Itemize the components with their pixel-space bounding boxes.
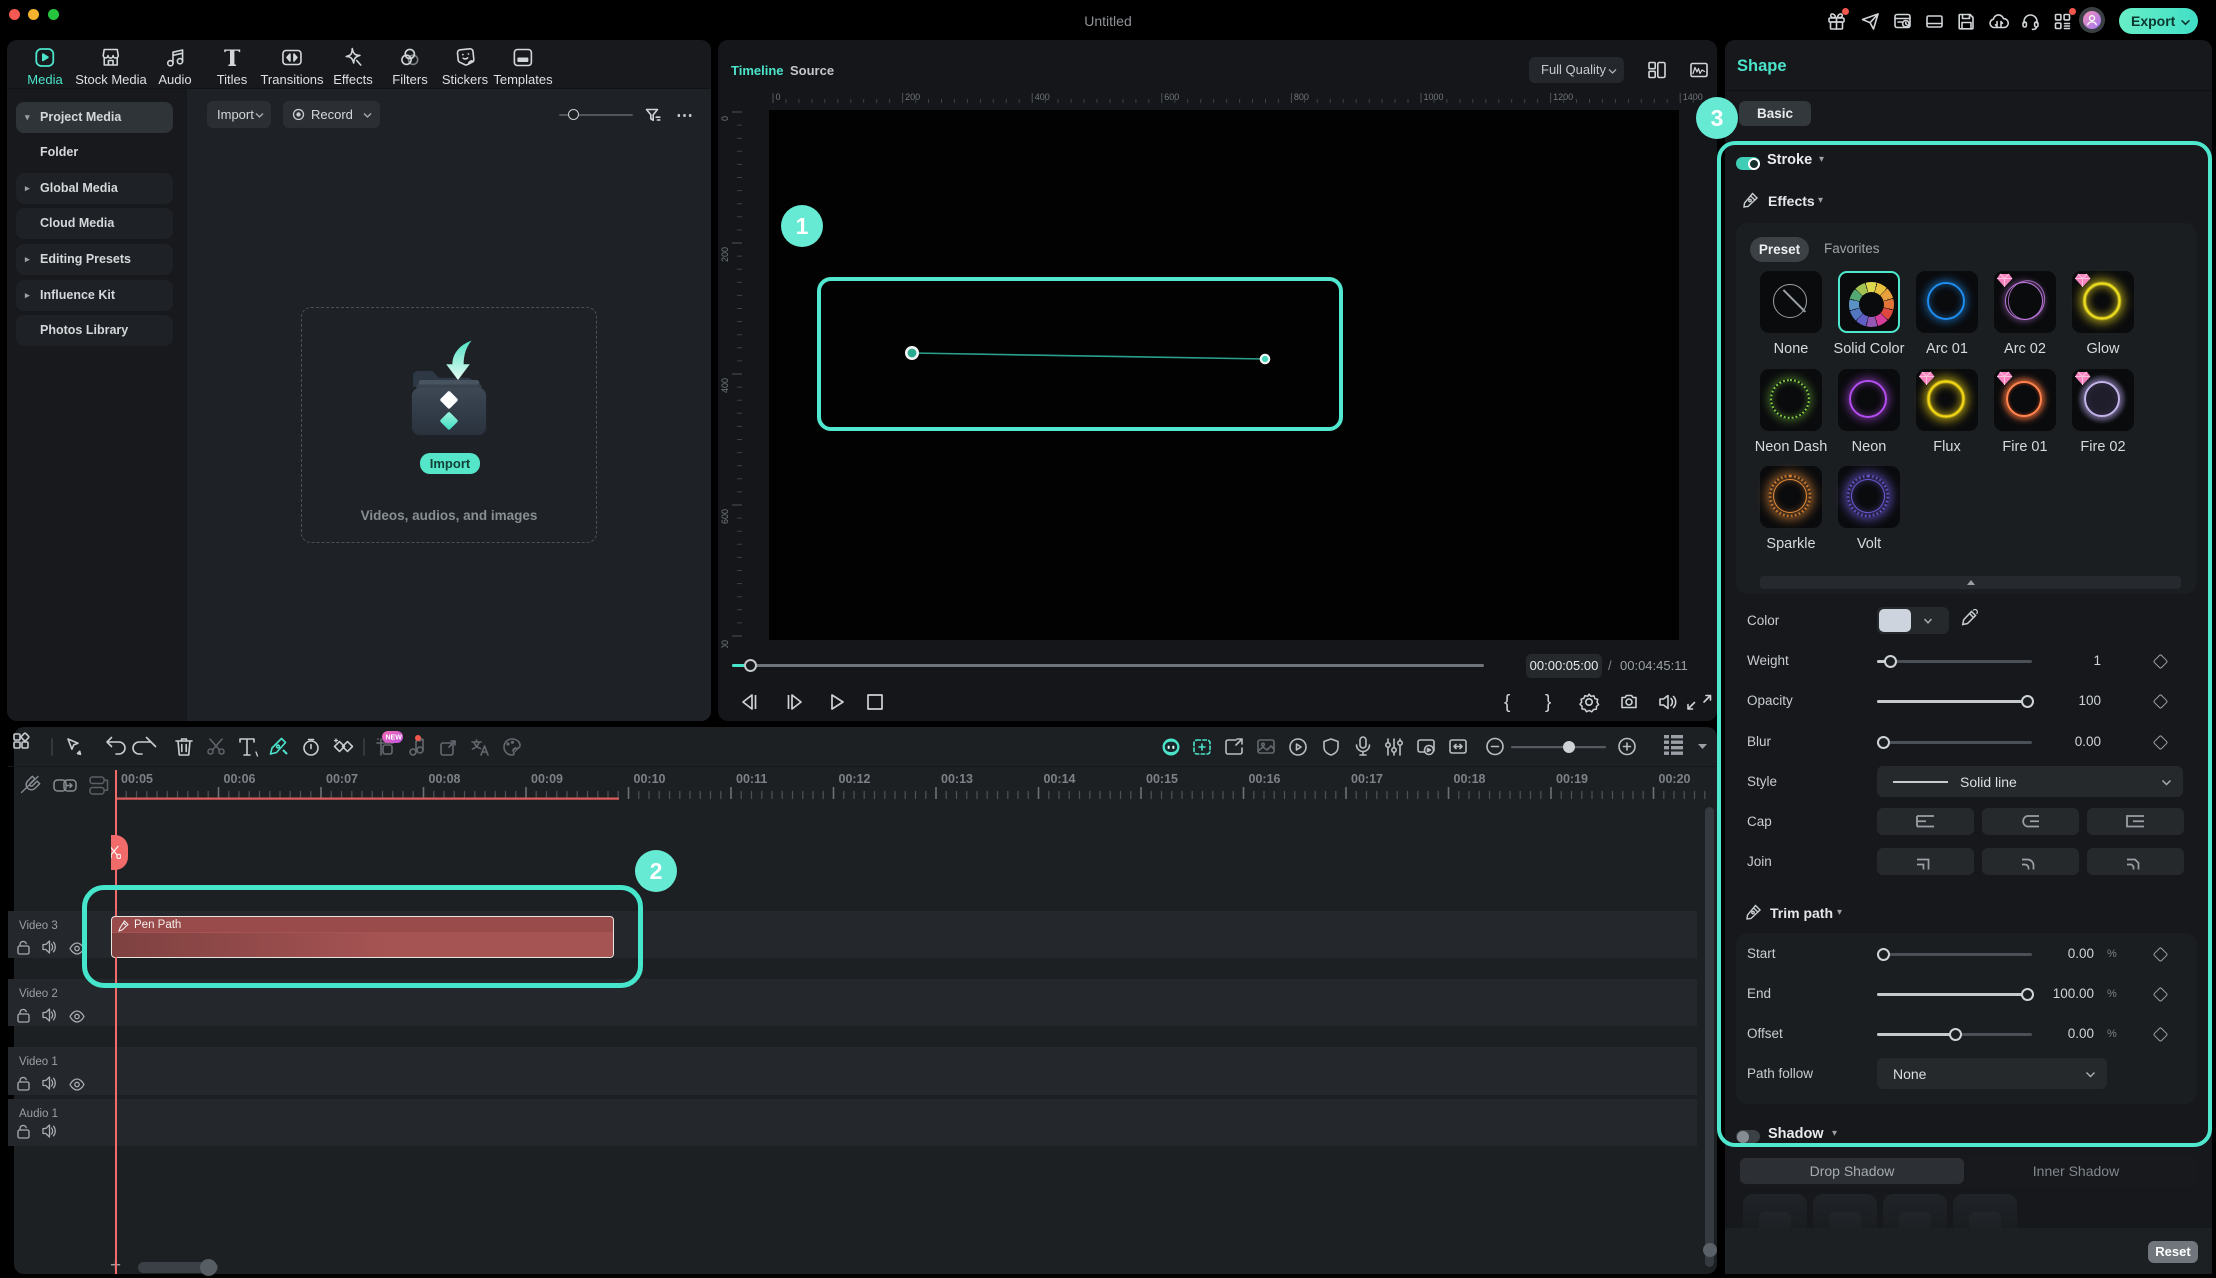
svg-text:800: 800 <box>1294 92 1309 102</box>
svg-text:00:20: 00:20 <box>1659 772 1691 786</box>
svg-text:00:18: 00:18 <box>1454 772 1486 786</box>
svg-text:200: 200 <box>720 247 730 262</box>
svg-text:00:16: 00:16 <box>1249 772 1281 786</box>
svg-text:0: 0 <box>776 92 781 102</box>
svg-text:00:08: 00:08 <box>429 772 461 786</box>
svg-text:NEW: NEW <box>386 735 403 742</box>
svg-text:00:11: 00:11 <box>736 772 767 786</box>
svg-text:00:13: 00:13 <box>941 772 973 786</box>
svg-text:00:15: 00:15 <box>1146 772 1178 786</box>
svg-text:400: 400 <box>720 378 730 393</box>
svg-text:00:14: 00:14 <box>1044 772 1076 786</box>
svg-text:200: 200 <box>905 92 920 102</box>
svg-text:00:12: 00:12 <box>839 772 871 786</box>
svg-text:00:05: 00:05 <box>121 772 153 786</box>
svg-text:00:07: 00:07 <box>326 772 358 786</box>
svg-text:00:09: 00:09 <box>531 772 563 786</box>
svg-text:0: 0 <box>720 116 730 121</box>
svg-text:{: { <box>1504 692 1511 713</box>
svg-text:600: 600 <box>720 509 730 524</box>
svg-text:00:17: 00:17 <box>1351 772 1383 786</box>
svg-text:}: } <box>1545 692 1551 713</box>
svg-text:00:06: 00:06 <box>224 772 256 786</box>
svg-text:400: 400 <box>1035 92 1050 102</box>
svg-text:600: 600 <box>1164 92 1179 102</box>
svg-text:00:10: 00:10 <box>634 772 666 786</box>
svg-text:00:19: 00:19 <box>1556 772 1588 786</box>
